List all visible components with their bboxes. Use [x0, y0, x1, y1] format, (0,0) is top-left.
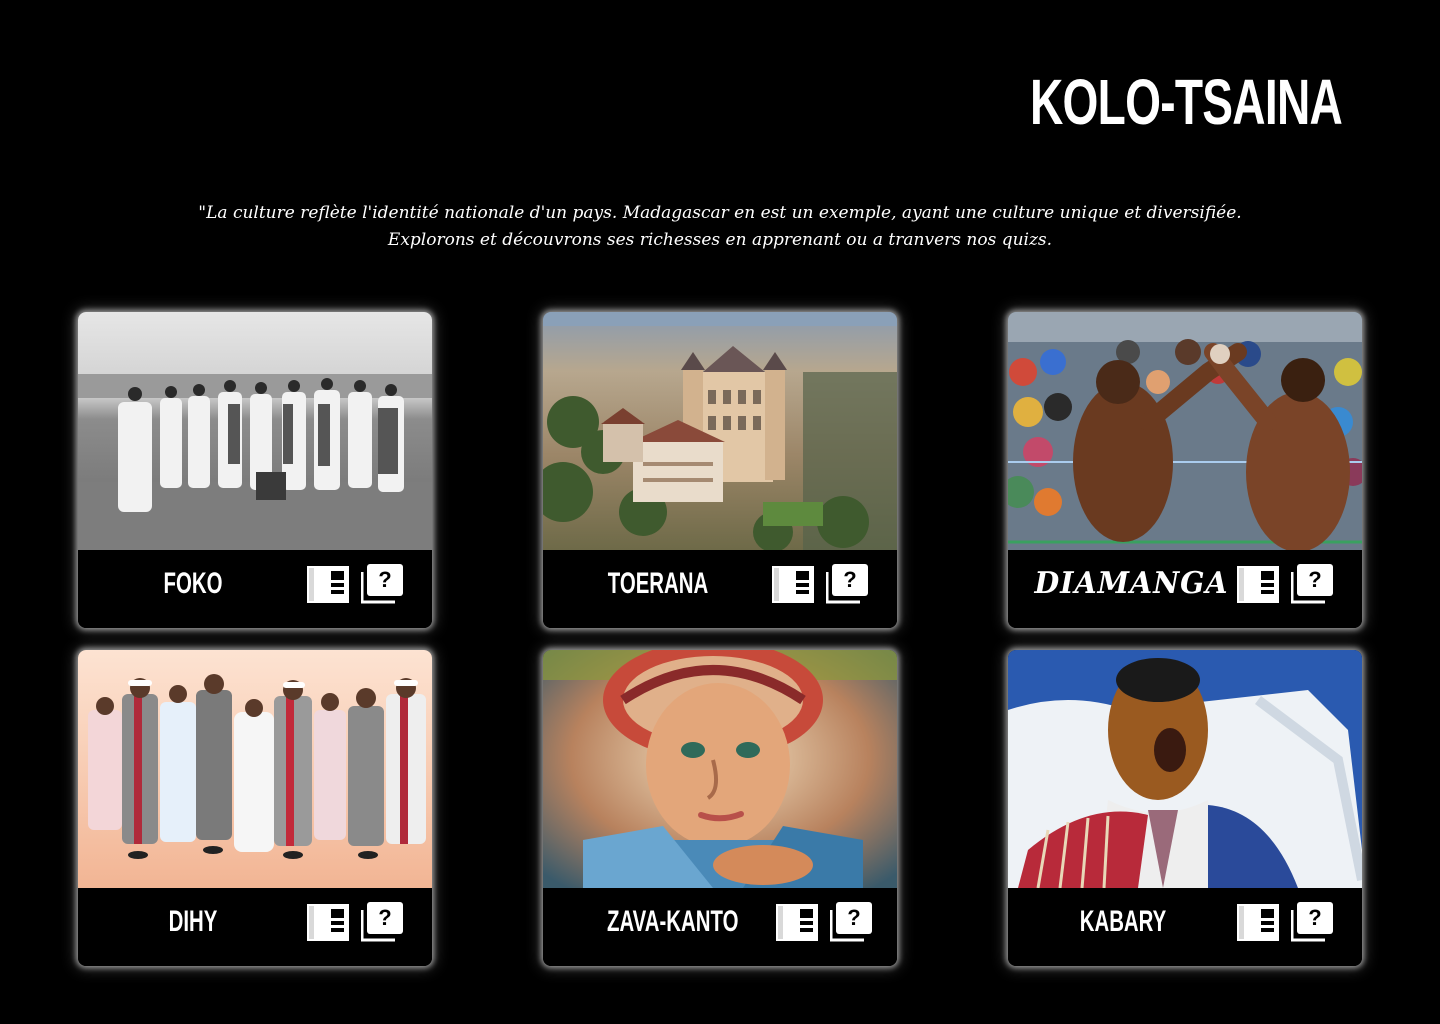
card-footer: DIAMANGA ? — [1008, 550, 1362, 628]
svg-text:?: ? — [378, 905, 391, 930]
card-label-foko[interactable]: FOKO — [142, 564, 244, 604]
svg-text:?: ? — [843, 567, 856, 592]
card-label-zava-kanto[interactable]: ZAVA-KANTO — [607, 902, 738, 942]
svg-text:?: ? — [1308, 567, 1321, 592]
card-label-dihy[interactable]: DIHY — [142, 902, 244, 942]
quiz-icon[interactable]: ? — [361, 564, 405, 604]
intro-line-1: "La culture reflète l'identité nationale… — [198, 203, 1242, 223]
card-image-dihy[interactable] — [78, 650, 432, 888]
svg-text:?: ? — [378, 567, 391, 592]
book-icon[interactable] — [306, 902, 350, 942]
quiz-icon[interactable]: ? — [1291, 902, 1335, 942]
card-image-zava-kanto[interactable] — [543, 650, 897, 888]
card-label-toerana[interactable]: TOERANA — [607, 564, 709, 604]
intro-line-2: Explorons et découvrons ses richesses en… — [387, 230, 1053, 250]
card-foko[interactable]: FOKO ? — [78, 312, 432, 628]
card-image-foko[interactable] — [78, 312, 432, 550]
book-icon[interactable] — [1236, 564, 1280, 604]
card-image-toerana[interactable] — [543, 312, 897, 550]
quiz-icon[interactable]: ? — [830, 902, 874, 942]
book-icon[interactable] — [1236, 902, 1280, 942]
book-icon[interactable] — [775, 902, 819, 942]
card-footer: DIHY ? — [78, 888, 432, 966]
card-footer: TOERANA ? — [543, 550, 897, 628]
card-kabary[interactable]: KABARY ? — [1008, 650, 1362, 966]
quiz-icon[interactable]: ? — [826, 564, 870, 604]
card-footer: ZAVA-KANTO ? — [543, 888, 897, 966]
card-label-diamanga[interactable]: DIAMANGA — [1035, 564, 1228, 604]
svg-text:?: ? — [847, 905, 860, 930]
card-image-diamanga[interactable] — [1008, 312, 1362, 550]
site-title: KOLO-TSAINA — [1030, 66, 1343, 138]
card-footer: KABARY ? — [1008, 888, 1362, 966]
book-icon[interactable] — [306, 564, 350, 604]
card-image-kabary[interactable] — [1008, 650, 1362, 888]
card-diamanga[interactable]: DIAMANGA ? — [1008, 312, 1362, 628]
card-dihy[interactable]: DIHY ? — [78, 650, 432, 966]
quiz-icon[interactable]: ? — [1291, 564, 1335, 604]
card-label-kabary[interactable]: KABARY — [1072, 902, 1174, 942]
card-zava-kanto[interactable]: ZAVA-KANTO ? — [543, 650, 897, 966]
svg-text:?: ? — [1308, 905, 1321, 930]
card-footer: FOKO ? — [78, 550, 432, 628]
book-icon[interactable] — [771, 564, 815, 604]
card-toerana[interactable]: TOERANA ? — [543, 312, 897, 628]
page: KOLO-TSAINA "La culture reflète l'identi… — [0, 0, 1440, 1024]
intro-text: "La culture reflète l'identité nationale… — [120, 200, 1320, 254]
quiz-icon[interactable]: ? — [361, 902, 405, 942]
